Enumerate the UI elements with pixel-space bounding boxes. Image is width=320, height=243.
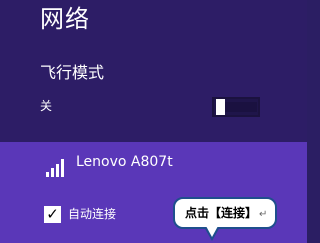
airplane-mode-toggle[interactable] xyxy=(212,97,260,117)
panel-title: 网络 xyxy=(40,5,90,33)
callout-return-mark: ↵ xyxy=(259,209,268,220)
auto-connect-checkbox[interactable]: ✓ xyxy=(44,205,61,223)
toggle-thumb[interactable] xyxy=(216,99,225,115)
callout-tail-inner xyxy=(206,226,218,237)
callout-text: 点击【连接】 xyxy=(185,206,258,220)
auto-connect-option[interactable]: ✓ 自动连接 xyxy=(44,202,116,226)
instruction-callout: 点击【连接】 ↵ xyxy=(173,197,277,229)
network-name: Lenovo A807t xyxy=(76,154,173,170)
wifi-signal-icon xyxy=(46,157,68,177)
toggle-track xyxy=(225,102,257,112)
airplane-mode-state: 关 xyxy=(40,99,53,113)
airplane-mode-label: 飞行模式 xyxy=(40,63,105,82)
auto-connect-label: 自动连接 xyxy=(68,207,117,221)
